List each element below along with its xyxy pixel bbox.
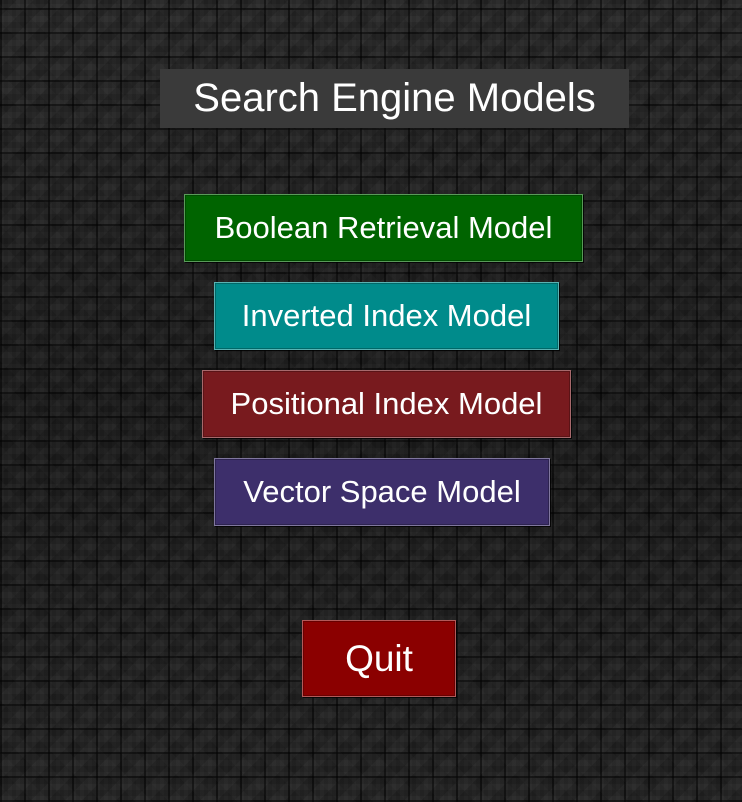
quit-button[interactable]: Quit [302, 620, 456, 697]
vector-space-model-button[interactable]: Vector Space Model [214, 458, 550, 526]
page-title: Search Engine Models [160, 69, 629, 128]
inverted-index-model-button[interactable]: Inverted Index Model [214, 282, 559, 350]
positional-index-model-button[interactable]: Positional Index Model [202, 370, 571, 438]
boolean-retrieval-model-button[interactable]: Boolean Retrieval Model [184, 194, 583, 262]
